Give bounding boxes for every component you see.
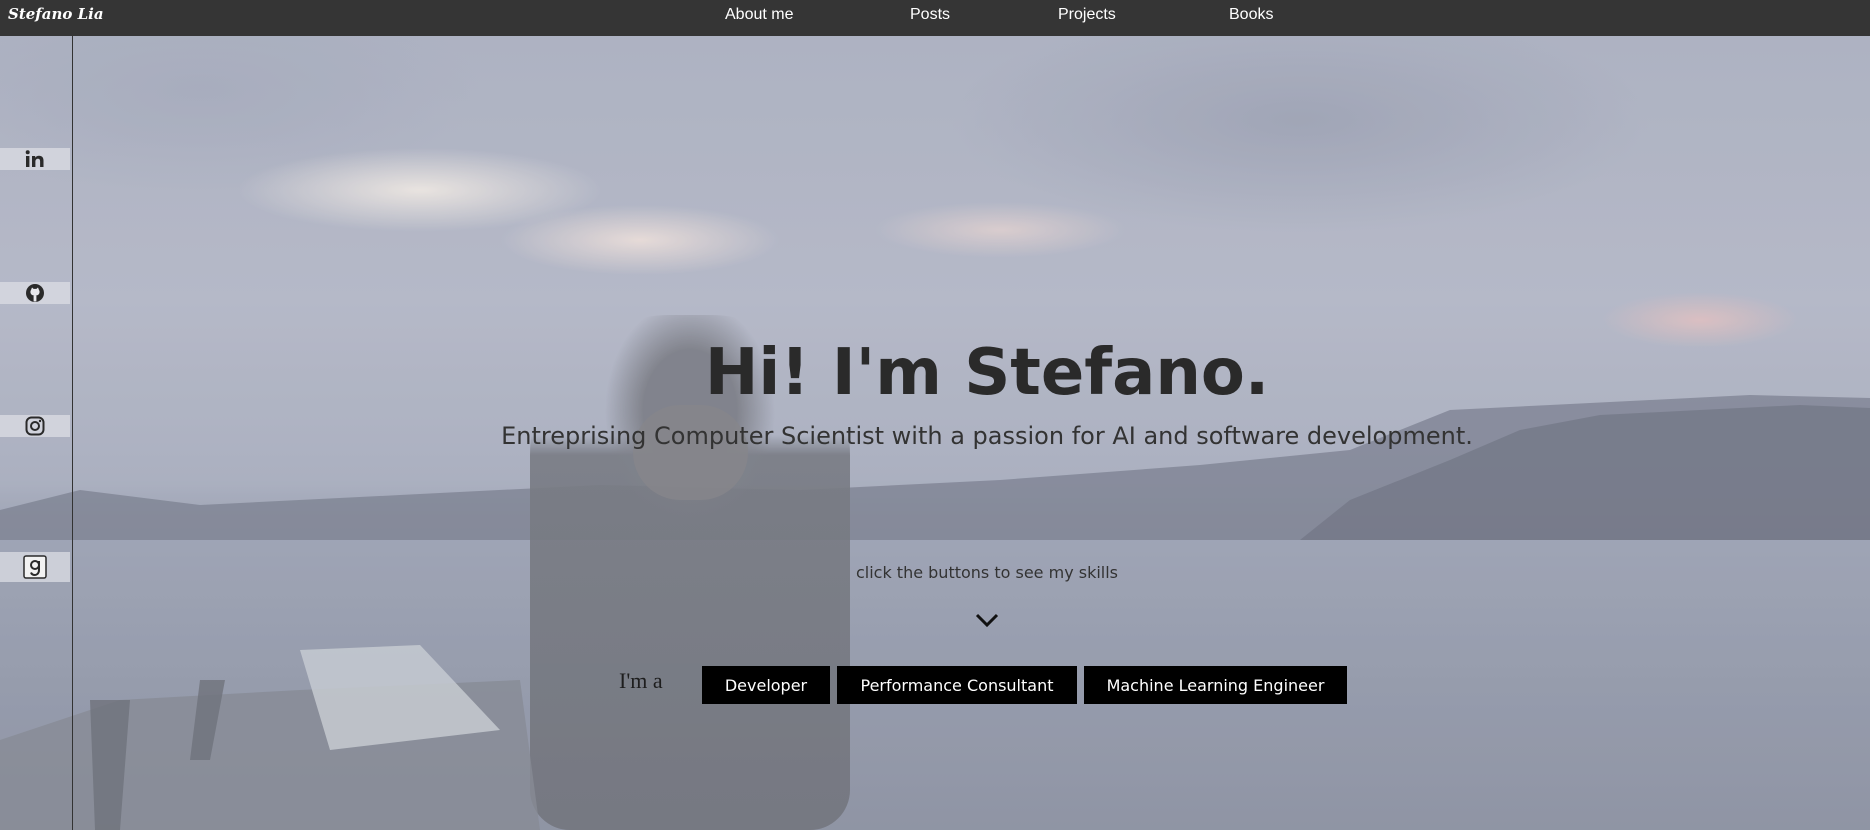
nav-link-books[interactable]: Books	[1229, 6, 1273, 24]
top-navbar: Stefano Lia About me Posts Projects Book…	[0, 0, 1870, 36]
chevron-down-icon[interactable]	[975, 612, 999, 628]
linkedin-link[interactable]	[0, 148, 70, 170]
skills-prefix: I'm a	[619, 668, 663, 693]
brand-logo[interactable]: Stefano Lia	[8, 5, 104, 23]
machine-learning-engineer-button[interactable]: Machine Learning Engineer	[1084, 666, 1347, 704]
page-subtitle: Entreprising Computer Scientist with a p…	[501, 422, 1473, 450]
page-title: Hi! I'm Stefano.	[704, 336, 1270, 410]
nav-link-about-me[interactable]: About me	[725, 6, 793, 24]
performance-consultant-button[interactable]: Performance Consultant	[837, 666, 1077, 704]
background-overlay	[0, 0, 1870, 830]
skills-hint: click the buttons to see my skills	[855, 563, 1119, 582]
linkedin-icon	[25, 150, 44, 167]
developer-button[interactable]: Developer	[702, 666, 830, 704]
nav-link-posts[interactable]: Posts	[910, 6, 950, 24]
github-link[interactable]	[0, 282, 70, 304]
github-icon	[26, 284, 44, 302]
nav-link-projects[interactable]: Projects	[1058, 6, 1116, 24]
